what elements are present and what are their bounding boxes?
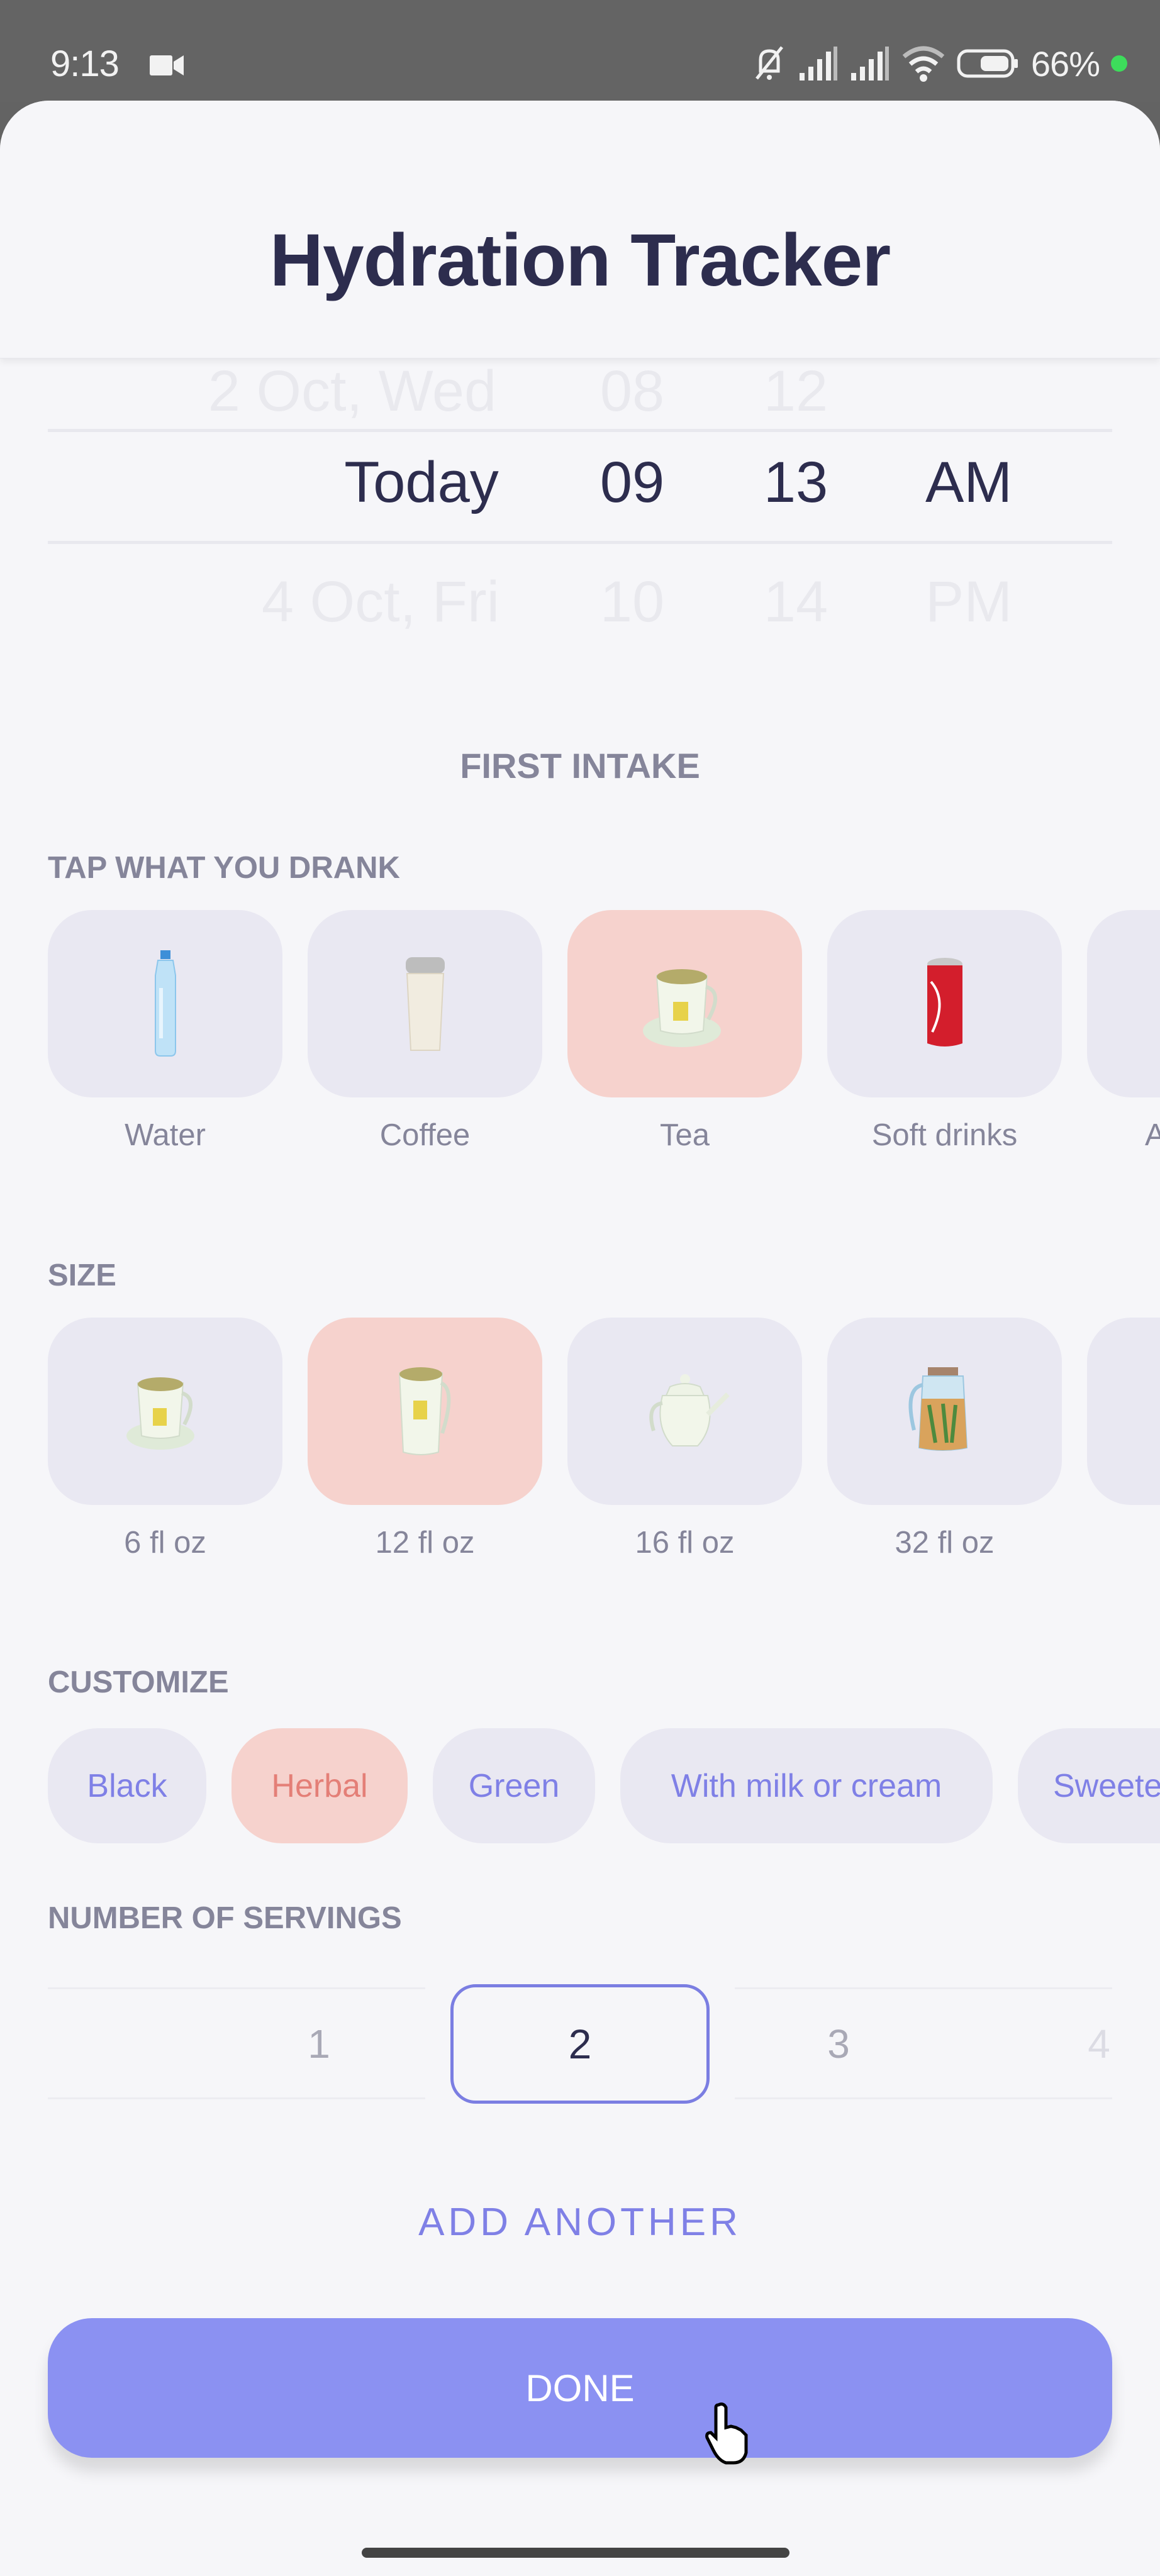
drink-tile-soft-drinks[interactable] [827, 910, 1062, 1097]
picker-day[interactable]: 2 Oct, Wed [189, 358, 516, 425]
privacy-dot-icon [1111, 55, 1127, 72]
chip-herbal[interactable]: Herbal [231, 1728, 408, 1843]
teacup-saucer-icon [126, 1377, 194, 1450]
add-intake-sheet: Hydration Tracker 2 Oct, Wed 08 12 Today… [0, 101, 1160, 2576]
servings-picker[interactable]: 1 2 3 4 [0, 1984, 1160, 2104]
picker-period[interactable]: PM [906, 569, 1032, 635]
picker-day[interactable]: 4 Oct, Fri [217, 569, 544, 635]
soda-can-icon [927, 958, 962, 1046]
drink-section-label: TAP WHAT YOU DRANK [48, 851, 400, 885]
status-icons: 66% [752, 42, 1127, 86]
picker-row-previous[interactable]: 2 Oct, Wed 08 12 [0, 358, 1160, 434]
tea-pitcher-icon [908, 1367, 968, 1451]
customize-chip-list[interactable]: Black Herbal Green With milk or cream Sw… [0, 1728, 1160, 1843]
drink-type-list[interactable]: Water Coffee Tea Soft drinks A [0, 910, 1160, 1162]
drink-label: Tea [659, 1118, 710, 1152]
size-section-label: SIZE [48, 1258, 116, 1292]
drink-label: A [1145, 1118, 1160, 1152]
picker-day[interactable]: Today [258, 450, 585, 516]
picker-row-selected[interactable]: Today 09 13 AM [0, 450, 1160, 525]
drink-tile-tea[interactable] [567, 910, 802, 1097]
mute-icon [755, 46, 783, 80]
size-tile-12oz[interactable] [308, 1318, 542, 1505]
picker-divider [48, 429, 1112, 432]
drink-label: Soft drinks [871, 1118, 1018, 1152]
signal-icon [850, 47, 889, 80]
page-title: Hydration Tracker [269, 219, 891, 302]
teapot-icon [649, 1374, 730, 1446]
size-label: 6 fl oz [124, 1526, 206, 1560]
chip-with-milk-or-cream[interactable]: With milk or cream [620, 1728, 993, 1843]
intake-heading: FIRST INTAKE [460, 746, 700, 786]
status-bar: 9:13 66% [0, 0, 1160, 102]
video-camera-icon [150, 55, 184, 75]
picker-row-next[interactable]: 4 Oct, Fri 10 14 PM [0, 569, 1160, 645]
datetime-picker[interactable]: 2 Oct, Wed 08 12 Today 09 13 AM 4 Oct, F… [0, 358, 1160, 711]
picker-minute[interactable]: 13 [749, 450, 843, 516]
drink-tile-water[interactable] [48, 910, 282, 1097]
battery-icon [957, 49, 1018, 78]
picker-period[interactable]: AM [906, 450, 1032, 516]
pointer-hand-cursor-icon [705, 2402, 748, 2465]
add-another-button[interactable]: ADD ANOTHER [0, 2200, 1160, 2245]
done-button[interactable]: DONE [48, 2318, 1112, 2458]
customize-section-label: CUSTOMIZE [48, 1665, 229, 1699]
wifi-icon [902, 46, 945, 82]
battery-percent: 66% [1030, 43, 1100, 84]
chip-black[interactable]: Black [48, 1728, 206, 1843]
servings-section-label: NUMBER OF SERVINGS [48, 1901, 402, 1935]
size-tile-6oz[interactable] [48, 1318, 282, 1505]
drink-label: Coffee [379, 1118, 471, 1152]
size-tile-32oz[interactable] [827, 1318, 1062, 1505]
water-bottle-icon [154, 950, 176, 1057]
servings-track [48, 1987, 425, 2099]
drink-tile-more[interactable] [1087, 910, 1160, 1097]
header: Hydration Tracker [0, 101, 1160, 358]
picker-divider [48, 541, 1112, 544]
size-tile-16oz[interactable] [567, 1318, 802, 1505]
servings-option[interactable]: 4 [1052, 1984, 1146, 2104]
size-tile-more[interactable] [1087, 1318, 1160, 1505]
done-label: DONE [525, 2367, 635, 2409]
picker-minute[interactable]: 12 [749, 358, 843, 425]
drink-label: Water [125, 1118, 206, 1152]
coffee-cup-icon [405, 957, 445, 1051]
size-label: 16 fl oz [635, 1526, 735, 1560]
size-label: 32 fl oz [895, 1526, 995, 1560]
status-time: 9:13 [50, 43, 120, 84]
tea-cup-icon [642, 969, 721, 1047]
chip-green[interactable]: Green [433, 1728, 595, 1843]
servings-option[interactable]: 3 [791, 1984, 886, 2104]
picker-hour[interactable]: 08 [585, 358, 679, 425]
home-indicator[interactable] [362, 2548, 789, 2558]
picker-hour[interactable]: 09 [585, 450, 679, 516]
servings-option[interactable]: 1 [272, 1984, 366, 2104]
signal-icon [799, 47, 837, 80]
drink-tile-coffee[interactable] [308, 910, 542, 1097]
servings-option-selected[interactable]: 2 [450, 1984, 710, 2104]
size-list[interactable]: 6 fl oz 12 fl oz 16 fl oz 32 fl oz [0, 1318, 1160, 1569]
size-label: 12 fl oz [375, 1526, 475, 1560]
chip-sweetened[interactable]: Sweete [1018, 1728, 1160, 1843]
picker-hour[interactable]: 10 [585, 569, 679, 635]
picker-minute[interactable]: 14 [749, 569, 843, 635]
tea-mug-icon [398, 1367, 450, 1455]
